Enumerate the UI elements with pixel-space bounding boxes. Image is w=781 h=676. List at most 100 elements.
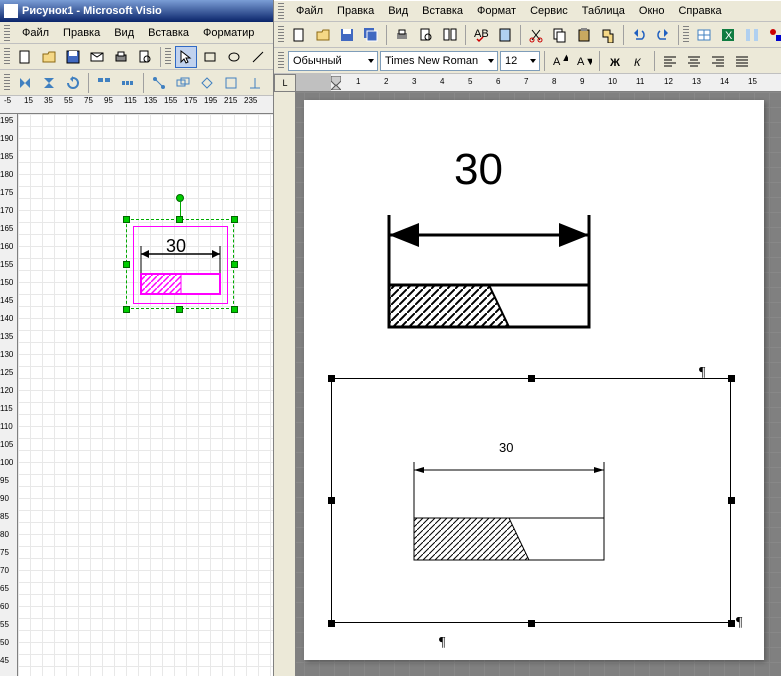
wsel-e[interactable] — [728, 497, 735, 504]
indent-marker[interactable] — [331, 76, 341, 88]
word-shape-2 — [399, 440, 629, 580]
menu-insert[interactable]: Вставка — [416, 3, 469, 19]
menu-edit[interactable]: Правка — [57, 25, 106, 41]
bold-button[interactable]: Ж — [604, 50, 626, 72]
visio-toolbar-1 — [0, 44, 273, 70]
separator — [678, 25, 679, 45]
word-menubar: Файл Правка Вид Вставка Формат Сервис Та… — [274, 0, 781, 22]
menu-format[interactable]: Форматир — [197, 25, 260, 41]
table-button[interactable] — [693, 24, 715, 46]
menu-insert[interactable]: Вставка — [142, 25, 195, 41]
sel-handle-n[interactable] — [176, 216, 183, 223]
shape-ops3-button[interactable] — [220, 72, 242, 94]
wsel-ne[interactable] — [728, 375, 735, 382]
visio-app-icon — [4, 4, 18, 18]
menu-help[interactable]: Справка — [672, 3, 727, 19]
grip-icon — [278, 26, 284, 44]
word-ruler-v[interactable] — [274, 92, 296, 676]
font-combo[interactable]: Times New Roman — [380, 51, 498, 71]
sel-handle-se[interactable] — [231, 306, 238, 313]
sel-handle-w[interactable] — [123, 261, 130, 268]
print-button[interactable] — [110, 46, 132, 68]
rect-button[interactable] — [199, 46, 221, 68]
rotation-handle[interactable] — [176, 194, 184, 202]
wsel-nw[interactable] — [328, 375, 335, 382]
sel-handle-s[interactable] — [176, 306, 183, 313]
shape-ops-button[interactable] — [172, 72, 194, 94]
spellcheck-button[interactable]: ABC — [470, 24, 492, 46]
wsel-w[interactable] — [328, 497, 335, 504]
align-button[interactable] — [93, 72, 115, 94]
flip-v-button[interactable] — [38, 72, 60, 94]
align-right-button[interactable] — [707, 50, 729, 72]
print-button[interactable] — [391, 24, 413, 46]
new-button[interactable] — [14, 46, 36, 68]
fontsize-combo[interactable]: 12 — [500, 51, 540, 71]
menu-file[interactable]: Файл — [290, 3, 329, 19]
undo-button[interactable] — [628, 24, 650, 46]
redo-button[interactable] — [652, 24, 674, 46]
drawing-button[interactable] — [765, 24, 781, 46]
sel-handle-e[interactable] — [231, 261, 238, 268]
pointer-button[interactable] — [175, 46, 197, 68]
menu-view[interactable]: Вид — [382, 3, 414, 19]
format-painter-button[interactable] — [597, 24, 619, 46]
preview-button[interactable] — [134, 46, 156, 68]
menu-window[interactable]: Окно — [633, 3, 671, 19]
align-center-button[interactable] — [683, 50, 705, 72]
sel-handle-ne[interactable] — [231, 216, 238, 223]
grip-icon — [4, 74, 10, 92]
line-button[interactable] — [247, 46, 269, 68]
pilcrow-icon: ¶ — [439, 635, 445, 651]
connect-button[interactable] — [148, 72, 170, 94]
tab-selector[interactable]: L — [274, 74, 296, 92]
wsel-n[interactable] — [528, 375, 535, 382]
open-button[interactable] — [312, 24, 334, 46]
svg-text:A: A — [553, 56, 561, 68]
grip-icon — [278, 52, 284, 70]
research-button[interactable] — [494, 24, 516, 46]
copy-button[interactable] — [549, 24, 571, 46]
cut-button[interactable] — [525, 24, 547, 46]
menu-service[interactable]: Сервис — [524, 3, 574, 19]
grow-font-button[interactable]: A▲ — [549, 50, 571, 72]
new-button[interactable] — [288, 24, 310, 46]
menu-view[interactable]: Вид — [108, 25, 140, 41]
open-button[interactable] — [38, 46, 60, 68]
shrink-font-button[interactable]: A▼ — [573, 50, 595, 72]
rotate-button[interactable] — [62, 72, 84, 94]
menu-edit[interactable]: Правка — [331, 3, 380, 19]
save-button[interactable] — [62, 46, 84, 68]
menu-file[interactable]: Файл — [16, 25, 55, 41]
shape-ops4-button[interactable] — [244, 72, 266, 94]
distribute-button[interactable] — [117, 72, 139, 94]
excel-button[interactable]: X — [717, 24, 739, 46]
flip-h-button[interactable] — [14, 72, 36, 94]
word-ruler-h[interactable]: 1 2 3 4 5 6 7 8 9 10 11 12 13 14 15 — [296, 74, 781, 92]
align-left-button[interactable] — [659, 50, 681, 72]
columns-button[interactable] — [741, 24, 763, 46]
visio-dimension-label: 30 — [166, 236, 186, 257]
preview-button[interactable] — [415, 24, 437, 46]
wsel-se[interactable] — [728, 620, 735, 627]
align-justify-button[interactable] — [731, 50, 753, 72]
wsel-sw[interactable] — [328, 620, 335, 627]
paste-button[interactable] — [573, 24, 595, 46]
svg-text:Ж: Ж — [609, 57, 620, 69]
shape-ops2-button[interactable] — [196, 72, 218, 94]
sel-handle-sw[interactable] — [123, 306, 130, 313]
word-page[interactable]: 30 ¶ 30 ¶ ¶ — [304, 100, 764, 660]
sel-handle-nw[interactable] — [123, 216, 130, 223]
visio-canvas[interactable]: 30 — [18, 114, 273, 676]
save-button[interactable] — [336, 24, 358, 46]
menu-table[interactable]: Таблица — [576, 3, 631, 19]
preview2-button[interactable] — [439, 24, 461, 46]
wsel-s[interactable] — [528, 620, 535, 627]
grip-icon — [4, 48, 10, 66]
mail-button[interactable] — [86, 46, 108, 68]
style-combo[interactable]: Обычный — [288, 51, 378, 71]
ellipse-button[interactable] — [223, 46, 245, 68]
menu-format[interactable]: Формат — [471, 3, 522, 19]
italic-button[interactable]: К — [628, 50, 650, 72]
saveall-button[interactable] — [360, 24, 382, 46]
